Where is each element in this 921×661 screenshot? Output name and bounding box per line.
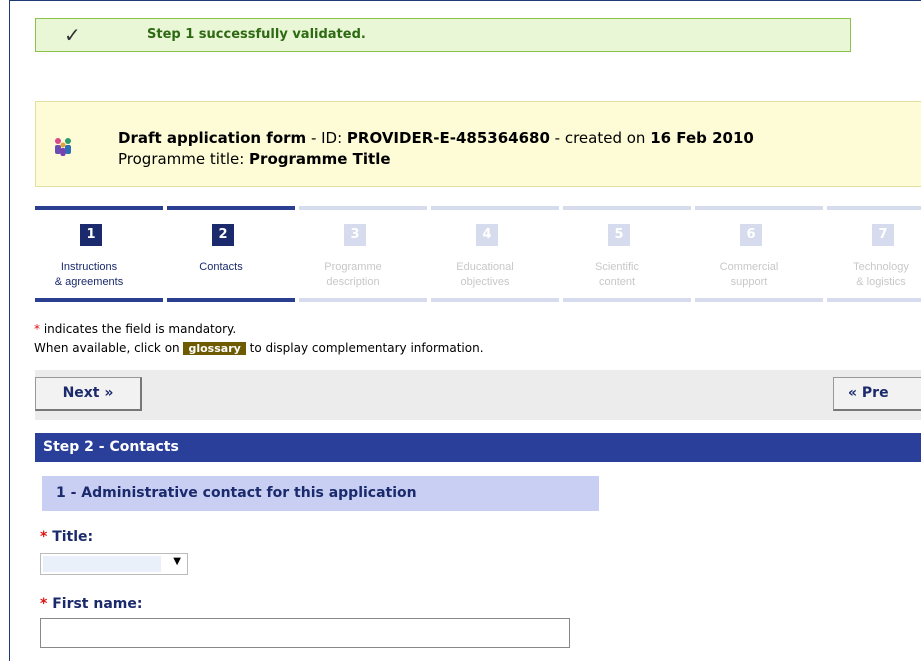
required-asterisk: * <box>40 529 48 545</box>
step-number: 4 <box>476 224 498 246</box>
previous-button[interactable]: « Pre <box>833 377 921 411</box>
subsection-header: 1 - Administrative contact for this appl… <box>42 476 599 511</box>
step-6-commercial-support[interactable]: 6 Commercial support <box>695 206 823 302</box>
programme-title: Programme Title <box>249 150 391 168</box>
section-header: Step 2 - Contacts <box>35 433 921 462</box>
people-group-icon <box>55 138 71 156</box>
step-label: Scientific content <box>594 261 640 288</box>
programme-label: Programme title: <box>118 150 250 168</box>
step-label: Contacts <box>199 261 243 273</box>
success-message: Step 1 successfully validated. <box>147 27 366 42</box>
glossary-note: When available, click on glossary to dis… <box>34 341 484 355</box>
step-label: Commercial support <box>719 261 779 288</box>
glossary-badge: glossary <box>183 342 246 355</box>
next-button[interactable]: Next » <box>35 377 142 411</box>
draft-created-date: 16 Feb 2010 <box>650 129 754 147</box>
step-label: Technology & logistics <box>853 261 909 288</box>
required-asterisk: * <box>40 596 48 612</box>
draft-id-label: - ID: <box>306 129 347 147</box>
step-2-contacts[interactable]: 2 Contacts <box>167 206 295 302</box>
step-number: 7 <box>872 224 894 246</box>
first-name-field-label: * First name: <box>40 596 143 612</box>
step-5-scientific-content[interactable]: 5 Scientific content <box>563 206 691 302</box>
step-navigation: 1 Instructions & agreements 2 Contacts 3 … <box>35 206 921 302</box>
draft-created-label: - created on <box>549 129 651 147</box>
step-label: Educational objectives <box>456 261 514 288</box>
draft-title-line: Draft application form - ID: PROVIDER-E-… <box>118 129 754 147</box>
step-label: Programme description <box>324 261 382 288</box>
draft-title: Draft application form <box>118 129 307 147</box>
step-label: Instructions & agreements <box>54 261 124 288</box>
step-number: 1 <box>80 224 102 246</box>
step-4-educational-objectives[interactable]: 4 Educational objectives <box>431 206 559 302</box>
success-banner: ✓ Step 1 successfully validated. <box>35 18 851 52</box>
mandatory-note: * indicates the field is mandatory. <box>34 322 237 336</box>
step-3-programme-description[interactable]: 3 Programme description <box>299 206 427 302</box>
draft-info-box: Draft application form - ID: PROVIDER-E-… <box>35 101 921 187</box>
title-select-value <box>43 556 161 572</box>
checkmark-icon: ✓ <box>64 23 81 47</box>
action-bar: Next » « Pre <box>35 370 921 420</box>
step-number: 6 <box>740 224 762 246</box>
draft-id: PROVIDER-E-485364680 <box>346 129 550 147</box>
step-7-technology-logistics[interactable]: 7 Technology & logistics <box>827 206 921 302</box>
step-1-instructions[interactable]: 1 Instructions & agreements <box>35 206 163 302</box>
programme-title-line: Programme title: Programme Title <box>118 150 391 168</box>
step-number: 3 <box>344 224 366 246</box>
title-select[interactable]: ▼ <box>40 553 188 575</box>
step-number: 5 <box>608 224 630 246</box>
step-number: 2 <box>212 224 234 246</box>
title-field-label: * Title: <box>40 529 94 545</box>
dropdown-caret-icon: ▼ <box>173 556 181 567</box>
